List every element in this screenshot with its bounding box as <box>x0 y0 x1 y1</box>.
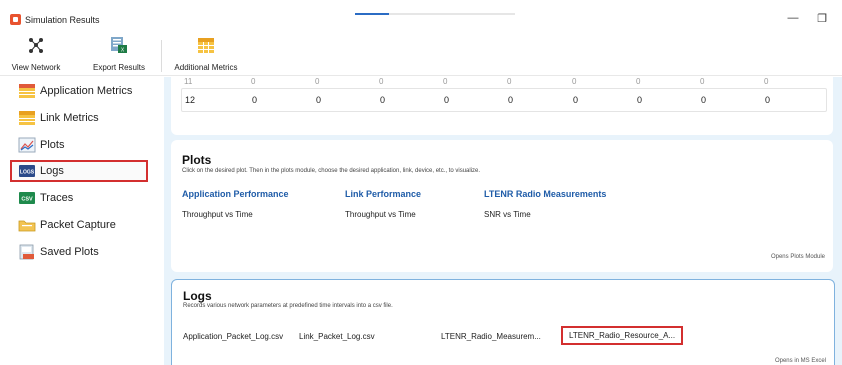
logs-title: Logs <box>183 289 212 303</box>
table-cell: 11 <box>184 77 193 86</box>
table-cell: 0 <box>444 95 450 105</box>
restore-button[interactable]: ❐ <box>812 12 832 25</box>
snr-vs-time-plot-link[interactable]: SNR vs Time <box>484 210 531 219</box>
sidebar-item-link-metrics[interactable]: Link Metrics <box>10 107 148 129</box>
svg-text:CSV: CSV <box>21 197 33 203</box>
table-row-partial: 11 0 0 0 0 0 0 0 0 0 <box>184 77 824 87</box>
additional-metrics-button[interactable]: Additional Metrics <box>170 34 242 76</box>
metrics-table-card: 11 0 0 0 0 0 0 0 0 0 12 0 0 0 0 0 0 0 0 … <box>171 77 833 135</box>
results-panel: 11 0 0 0 0 0 0 0 0 0 12 0 0 0 0 0 0 0 0 … <box>164 77 842 365</box>
sidebar-item-traces[interactable]: CSV Traces <box>10 187 148 209</box>
table-icon <box>19 111 35 125</box>
toolbar-divider <box>161 40 162 72</box>
table-cell: 12 <box>185 95 196 105</box>
export-results-label: Export Results <box>92 63 146 72</box>
link-performance-heading: Link Performance <box>345 189 422 199</box>
table-cell: 0 <box>380 95 386 105</box>
svg-text:LOGS: LOGS <box>20 170 35 176</box>
table-icon <box>198 38 214 53</box>
table-cell: 0 <box>252 95 258 105</box>
table-cell: 0 <box>764 77 769 86</box>
ltenr-radio-resource-log-link[interactable]: LTENR_Radio_Resource_A... <box>561 326 684 345</box>
logs-footnote: Opens in MS Excel <box>774 358 826 364</box>
sidebar-item-label: Traces <box>40 192 74 204</box>
table-cell: 0 <box>316 95 322 105</box>
sidebar-item-application-metrics[interactable]: Application Metrics <box>10 80 148 102</box>
app-logo-icon <box>10 14 21 25</box>
logs-card: Logs Records various network parameters … <box>171 279 835 365</box>
plots-card: Plots Click on the desired plot. Then in… <box>171 140 833 272</box>
table-cell: 0 <box>379 77 384 86</box>
sidebar-item-saved-plots[interactable]: Saved Plots <box>10 241 148 263</box>
table-cell: 0 <box>636 77 641 86</box>
sidebar-item-logs[interactable]: LOGS Logs <box>10 160 148 182</box>
plots-title: Plots <box>182 153 212 167</box>
plots-footnote: Opens Plots Module <box>770 254 825 260</box>
minimize-button[interactable]: — <box>783 12 803 24</box>
sidebar: Application Metrics Link Metrics Plots L… <box>0 77 158 365</box>
view-network-label: View Network <box>11 63 61 72</box>
sidebar-item-label: Plots <box>40 139 65 151</box>
table-cell: 0 <box>765 95 771 105</box>
application-throughput-plot-link[interactable]: Throughput vs Time <box>182 210 253 219</box>
chart-icon <box>18 137 36 153</box>
logs-description: Records various network parameters at pr… <box>183 303 393 309</box>
folder-icon <box>18 220 36 232</box>
table-cell: 0 <box>700 77 705 86</box>
sidebar-item-label: Packet Capture <box>40 219 116 231</box>
additional-metrics-label: Additional Metrics <box>174 63 238 72</box>
table-cell: 0 <box>508 95 514 105</box>
table-row: 12 0 0 0 0 0 0 0 0 0 <box>181 88 827 112</box>
csv-icon: CSV <box>19 192 35 204</box>
sidebar-item-packet-capture[interactable]: Packet Capture <box>10 214 148 236</box>
plots-description: Click on the desired plot. Then in the p… <box>182 168 481 174</box>
ltenr-radio-measurements-log-link[interactable]: LTENR_Radio_Measurem... <box>441 332 541 341</box>
window-title: Simulation Results <box>25 15 100 25</box>
table-cell: 0 <box>251 77 256 86</box>
table-cell: 0 <box>507 77 512 86</box>
table-cell: 0 <box>315 77 320 86</box>
network-graph-icon <box>29 38 43 53</box>
title-bar: Simulation Results — ❐ <box>0 0 842 34</box>
ltenr-radio-measurements-heading: LTENR Radio Measurements <box>484 189 607 199</box>
table-cell: 0 <box>637 95 643 105</box>
toolbar: View Network X Export Results Additional… <box>0 34 842 76</box>
sidebar-item-plots[interactable]: Plots <box>10 134 148 156</box>
view-network-button[interactable]: View Network <box>4 34 68 76</box>
sidebar-item-label: Logs <box>40 165 64 177</box>
loading-progress-fill <box>355 13 389 15</box>
logs-icon: LOGS <box>19 165 35 177</box>
application-performance-heading: Application Performance <box>182 189 289 199</box>
saved-plots-icon <box>19 244 34 260</box>
link-packet-log-link[interactable]: Link_Packet_Log.csv <box>299 332 375 341</box>
application-packet-log-link[interactable]: Application_Packet_Log.csv <box>183 332 283 341</box>
table-cell: 0 <box>572 77 577 86</box>
table-cell: 0 <box>443 77 448 86</box>
table-cell: 0 <box>701 95 707 105</box>
loading-progress-bar <box>355 13 515 15</box>
table-icon <box>19 84 35 98</box>
table-cell: 0 <box>573 95 579 105</box>
sidebar-item-label: Application Metrics <box>40 85 133 97</box>
export-results-button[interactable]: X Export Results <box>86 34 152 76</box>
sidebar-item-label: Link Metrics <box>40 112 99 124</box>
sidebar-item-label: Saved Plots <box>40 246 99 258</box>
excel-export-icon: X <box>111 37 127 54</box>
link-throughput-plot-link[interactable]: Throughput vs Time <box>345 210 416 219</box>
